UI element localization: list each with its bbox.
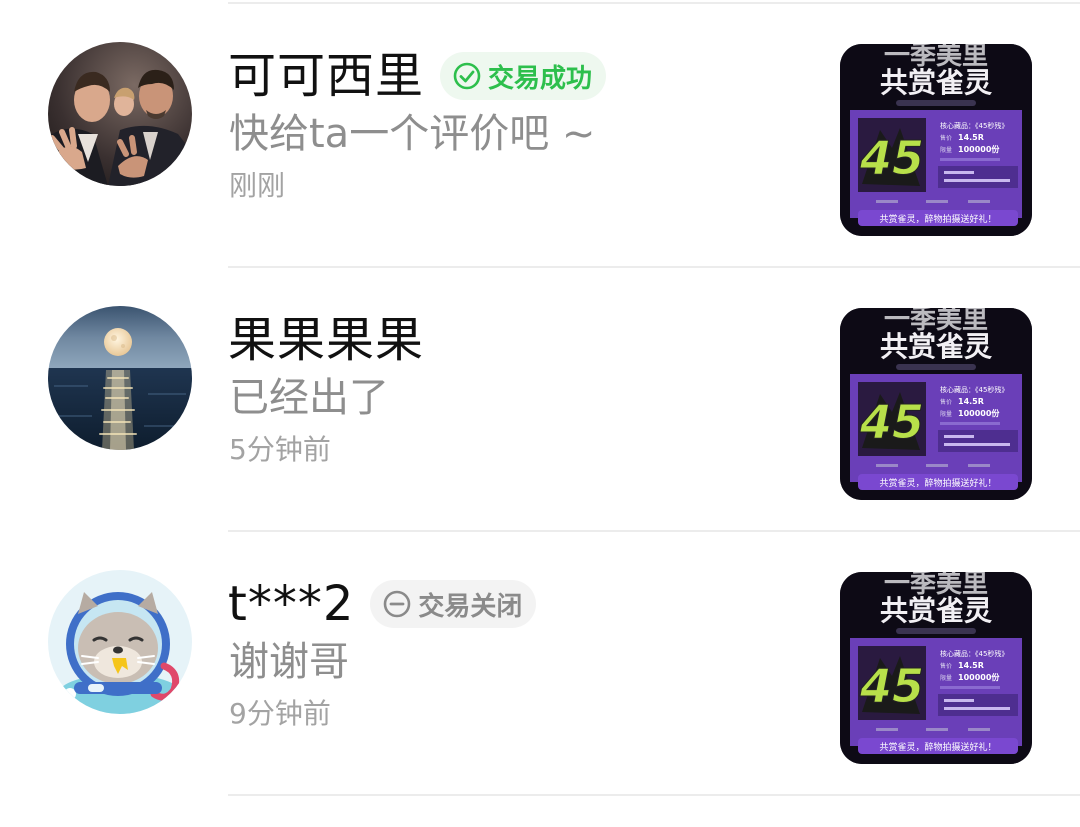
- poster-title: 共赏雀灵: [880, 594, 992, 627]
- product-poster-image: 一季美里 共赏雀灵 45 核心藏品：《45秒残》 售价 14.5R 限量 100…: [840, 572, 1032, 764]
- poster-price: 14.5R: [958, 397, 984, 406]
- last-message: 快给ta一个评价吧 ~: [229, 111, 596, 157]
- status-badge-label: 交易关闭: [418, 591, 523, 622]
- poster-big-number: 45: [859, 395, 924, 449]
- username: t***2: [228, 576, 355, 632]
- row-divider: [228, 794, 1080, 796]
- message-time: 9分钟前: [229, 697, 331, 730]
- last-message: 谢谢哥: [229, 639, 349, 685]
- poster-big-number: 45: [859, 659, 924, 713]
- svg-text:限量: 限量: [940, 674, 952, 682]
- username-line: 果果果果: [228, 310, 424, 370]
- check-circle-icon: [452, 61, 482, 91]
- poster-title: 共赏雀灵: [880, 330, 992, 363]
- status-badge-label: 交易成功: [488, 63, 593, 94]
- poster-price: 14.5R: [958, 661, 984, 670]
- product-thumbnail[interactable]: 一季美里 共赏雀灵 45 核心藏品：《45秒残》 售价 14.5R 限量 100…: [840, 308, 1032, 500]
- poster-big-number: 45: [859, 131, 924, 185]
- poster-title: 共赏雀灵: [880, 66, 992, 99]
- status-badge: 交易关闭: [370, 580, 537, 628]
- username: 可可西里: [228, 48, 425, 104]
- poster-info-label: 核心藏品：《45秒残》: [940, 385, 1008, 394]
- conversation-item[interactable]: 果果果果 已经出了 5分钟前 一季美里 共赏雀灵 45 核心藏品：《45秒残》 …: [0, 268, 1080, 532]
- poster-info-label: 核心藏品：《45秒残》: [940, 649, 1008, 658]
- poster-footer: 共赏雀灵，醉物拍摄送好礼！: [879, 477, 996, 489]
- product-poster-image: 一季美里 共赏雀灵 45 核心藏品：《45秒残》 售价 14.5R 限量 100…: [840, 308, 1032, 500]
- message-time: 5分钟前: [229, 433, 331, 466]
- svg-text:限量: 限量: [940, 146, 952, 154]
- svg-text:售价: 售价: [940, 662, 952, 670]
- conversation-item[interactable]: 可可西里 交易成功 快给ta一个评价吧 ~ 刚刚 一季美里 共赏雀灵 45 核心…: [0, 4, 1080, 268]
- svg-text:售价: 售价: [940, 134, 952, 142]
- conversation-item[interactable]: t***2 交易关闭 谢谢哥 9分钟前 一季美里 共赏雀灵 45 核心藏品：《4…: [0, 532, 1080, 796]
- status-badge: 交易成功: [440, 52, 607, 100]
- avatar[interactable]: [48, 306, 192, 450]
- poster-supply: 100000份: [958, 408, 1000, 418]
- svg-text:限量: 限量: [940, 410, 952, 418]
- poster-info-label: 核心藏品：《45秒残》: [940, 121, 1008, 130]
- svg-text:售价: 售价: [940, 398, 952, 406]
- people-photo-avatar-icon: [48, 42, 192, 186]
- username-line: 可可西里 交易成功: [228, 46, 607, 106]
- poster-supply: 100000份: [958, 144, 1000, 154]
- username: 果果果果: [228, 312, 425, 368]
- poster-supply: 100000份: [958, 672, 1000, 682]
- poster-price: 14.5R: [958, 133, 984, 142]
- avatar[interactable]: [48, 42, 192, 186]
- last-message: 已经出了: [229, 375, 389, 421]
- product-thumbnail[interactable]: 一季美里 共赏雀灵 45 核心藏品：《45秒残》 售价 14.5R 限量 100…: [840, 572, 1032, 764]
- product-thumbnail[interactable]: 一季美里 共赏雀灵 45 核心藏品：《45秒残》 售价 14.5R 限量 100…: [840, 44, 1032, 236]
- moon-over-sea-avatar-icon: [48, 306, 192, 450]
- minus-circle-icon: [382, 589, 412, 619]
- poster-footer: 共赏雀灵，醉物拍摄送好礼！: [879, 213, 996, 225]
- message-time: 刚刚: [229, 169, 286, 202]
- poster-footer: 共赏雀灵，醉物拍摄送好礼！: [879, 741, 996, 753]
- username-line: t***2 交易关闭: [228, 574, 537, 634]
- cartoon-seal-astronaut-avatar-icon: [48, 570, 192, 714]
- product-poster-image: 一季美里 共赏雀灵 45 核心藏品：《45秒残》 售价 14.5R 限量 100…: [840, 44, 1032, 236]
- avatar[interactable]: [48, 570, 192, 714]
